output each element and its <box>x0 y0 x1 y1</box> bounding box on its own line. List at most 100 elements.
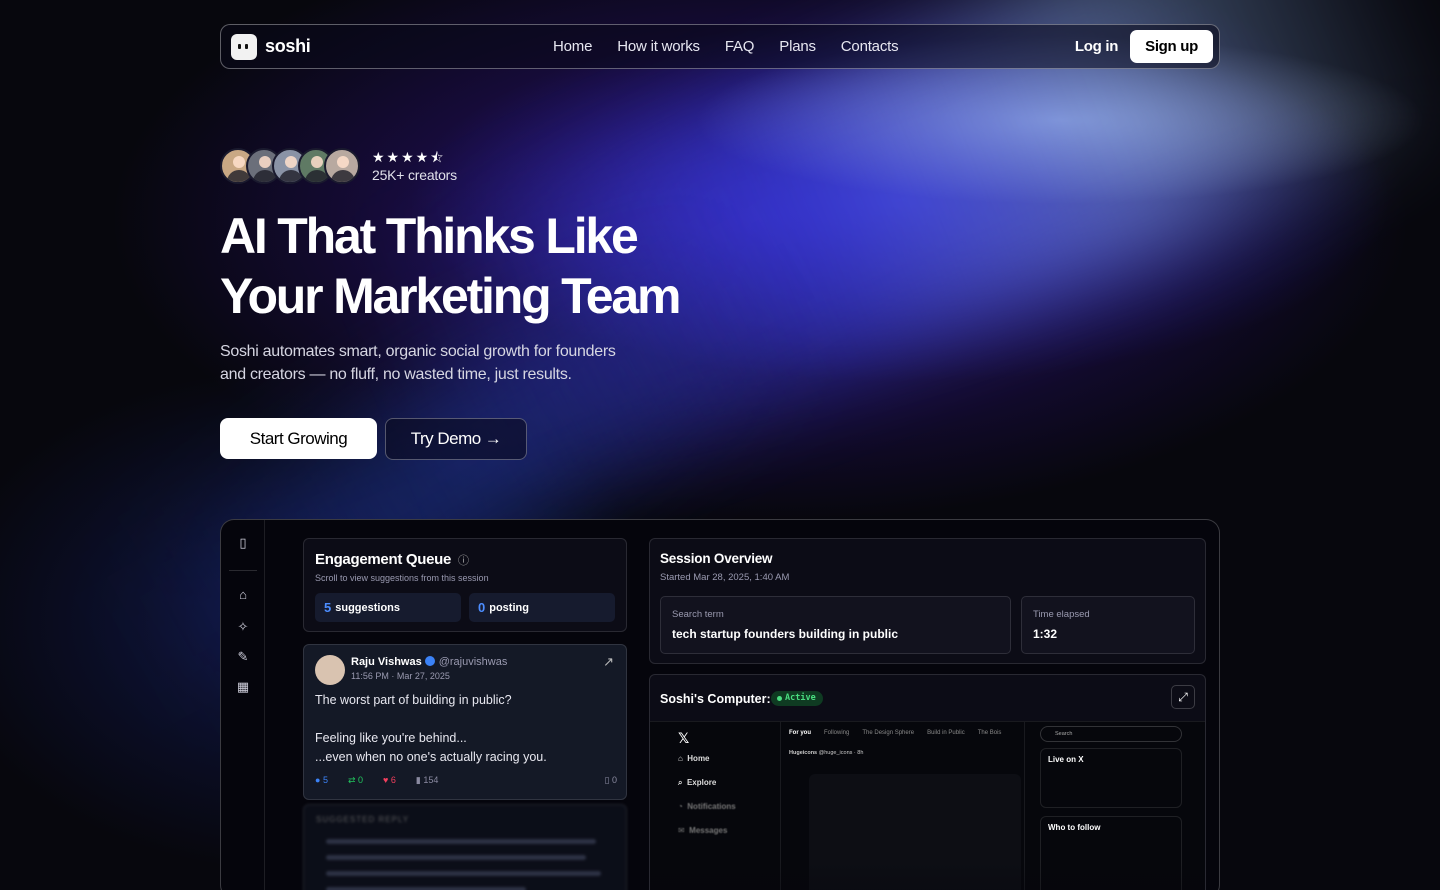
views-action[interactable]: ▮ 154 <box>416 775 438 786</box>
computer-screen[interactable]: 𝕏 ⌂ Home ⌕ Explore ◔ Notifications ✉ Mes… <box>650 721 1205 890</box>
tweet-line-1: The worst part of building in public? <box>315 693 512 707</box>
star-rating-icon: ★★★★⯪ <box>372 149 446 165</box>
avatar <box>315 655 345 685</box>
views-count: 154 <box>423 775 439 785</box>
reply-action[interactable]: ● 5 <box>315 775 328 786</box>
suggestions-count: 5 <box>324 600 332 615</box>
dashboard-preview: ▯ ⌂ ✧ ✎ ▦ Engagement Queue ⓘ Scroll to v… <box>220 519 1220 890</box>
x-post-author: Hugeicons <box>789 750 818 756</box>
x-nav-home-label: Home <box>687 754 710 763</box>
expand-icon[interactable]: ⤢ <box>1171 685 1195 709</box>
subtitle-line-1: Soshi automates smart, organic social gr… <box>220 343 616 360</box>
calendar-icon[interactable]: ▦ <box>236 680 250 694</box>
nav-link-contacts[interactable]: Contacts <box>841 38 899 55</box>
computer-title: Soshi's Computer: <box>660 692 771 706</box>
reply-text-line <box>326 871 601 876</box>
x-follow-title: Who to follow <box>1048 823 1101 832</box>
nav-links: Home How it works FAQ Plans Contacts <box>553 38 899 55</box>
posting-label: posting <box>489 601 529 614</box>
soshi-computer-panel: Soshi's Computer: Active ⤢ 𝕏 ⌂ Home ⌕ Ex… <box>649 674 1206 890</box>
hero-section: ★★★★⯪ 25K+ creators AI That Thinks Like … <box>220 148 740 460</box>
x-nav-messages: ✉ Messages <box>678 826 728 835</box>
pen-icon[interactable]: ✎ <box>236 650 250 664</box>
tweet-actions: ● 5 ⇄ 0 ♥ 6 ▮ 154 ▯ 0 <box>315 775 617 786</box>
posting-count: 0 <box>478 600 486 615</box>
verified-badge-icon <box>424 656 435 666</box>
hero-headline: AI That Thinks Like Your Marketing Team <box>220 206 740 326</box>
bookmark-action[interactable]: ▯ 0 <box>605 775 617 786</box>
top-navbar: soshi Home How it works FAQ Plans Contac… <box>220 24 1220 69</box>
x-nav-messages-label: Messages <box>689 826 728 835</box>
search-term-value: tech startup founders building in public <box>672 627 898 641</box>
tweet-body: The worst part of building in public? Fe… <box>315 691 615 767</box>
login-link[interactable]: Log in <box>1075 38 1118 55</box>
subtitle-line-2: and creators — no fluff, no wasted time,… <box>220 366 572 383</box>
social-proof: ★★★★⯪ 25K+ creators <box>220 148 740 184</box>
brand-logo[interactable]: soshi <box>231 33 311 60</box>
panel-toggle-icon[interactable]: ▯ <box>236 536 250 550</box>
suggestions-pill[interactable]: 5 suggestions <box>315 593 461 622</box>
suggested-reply-label: SUGGESTED REPLY <box>316 815 410 824</box>
x-nav-home: ⌂ Home <box>678 754 710 763</box>
engagement-queue-heading: Engagement Queue <box>315 551 452 568</box>
avatar <box>324 148 360 184</box>
x-post-header: Hugeicons @huge_icons · 8h <box>789 750 863 756</box>
nav-link-plans[interactable]: Plans <box>779 38 816 55</box>
sidebar-divider <box>229 570 257 571</box>
x-tab: Following <box>824 730 850 736</box>
tweet-time: 11:56 PM · Mar 27, 2025 <box>351 671 450 681</box>
engagement-queue-title: Engagement Queue ⓘ <box>315 551 469 568</box>
tweet-card[interactable]: Raju Vishwas @rajuvishwas 11:56 PM · Mar … <box>303 644 627 800</box>
tweet-author-name: Raju Vishwas <box>351 656 422 668</box>
x-live-box: Live on X <box>1040 748 1182 808</box>
nav-link-how-it-works[interactable]: How it works <box>617 38 700 55</box>
session-started: Started Mar 28, 2025, 1:40 AM <box>660 572 790 583</box>
x-tab: The Bois <box>977 730 1002 736</box>
reply-count: 5 <box>322 775 328 785</box>
headline-line-1: AI That Thinks Like <box>220 208 639 264</box>
tweet-line-2: Feeling like you're behind... <box>315 731 467 745</box>
search-term-label: Search term <box>672 609 724 620</box>
signup-button[interactable]: Sign up <box>1130 30 1213 63</box>
dashboard-sidebar: ▯ ⌂ ✧ ✎ ▦ <box>221 520 265 890</box>
x-logo-icon: 𝕏 <box>678 730 690 746</box>
x-tabs: For you Following The Design Sphere Buil… <box>789 730 1001 736</box>
screen-fade <box>650 861 1205 890</box>
tweet-author: Raju Vishwas @rajuvishwas <box>351 656 507 668</box>
start-growing-button[interactable]: Start Growing <box>220 418 377 459</box>
external-link-icon[interactable]: ↗ <box>603 654 614 670</box>
sparkle-cursor-icon[interactable]: ✧ <box>236 620 250 634</box>
posting-pill[interactable]: 0 posting <box>469 593 615 622</box>
time-elapsed-value: 1:32 <box>1033 627 1058 641</box>
like-action[interactable]: ♥ 6 <box>383 775 396 786</box>
try-demo-button[interactable]: Try Demo → <box>385 418 527 460</box>
x-nav-explore-label: Explore <box>686 778 717 787</box>
creator-avatars <box>220 148 360 184</box>
reply-text-line <box>326 855 586 860</box>
retweet-action[interactable]: ⇄ 0 <box>348 775 363 786</box>
x-nav-notifications-label: Notifications <box>687 802 736 811</box>
session-overview-title: Session Overview <box>660 551 773 566</box>
brand-name: soshi <box>265 36 311 56</box>
x-tab: For you <box>789 730 811 736</box>
time-elapsed-field: Time elapsed 1:32 <box>1021 596 1195 654</box>
suggestions-label: suggestions <box>335 601 401 614</box>
engagement-queue-panel: Engagement Queue ⓘ Scroll to view sugges… <box>303 538 627 632</box>
x-search-input: Search <box>1040 726 1182 742</box>
try-demo-label: Try Demo <box>410 429 482 448</box>
soshi-logo-icon <box>231 33 257 60</box>
nav-link-faq[interactable]: FAQ <box>725 38 755 55</box>
x-nav-explore: ⌕ Explore <box>678 778 717 787</box>
hero-subtitle: Soshi automates smart, organic social gr… <box>220 340 640 386</box>
x-live-title: Live on X <box>1048 755 1084 764</box>
nav-link-home[interactable]: Home <box>553 38 592 55</box>
reply-text-line <box>326 839 596 844</box>
home-icon[interactable]: ⌂ <box>236 588 250 602</box>
engagement-queue-subtitle: Scroll to view suggestions from this ses… <box>315 573 489 583</box>
headline-line-2: Your Marketing Team <box>220 268 681 324</box>
x-nav-notifications: ◔ Notifications <box>678 802 736 811</box>
bookmark-count: 0 <box>611 775 617 785</box>
info-icon[interactable]: ⓘ <box>458 555 469 567</box>
status-badge: Active <box>771 691 823 706</box>
tweet-line-3: ...even when no one's actually racing yo… <box>315 750 547 764</box>
